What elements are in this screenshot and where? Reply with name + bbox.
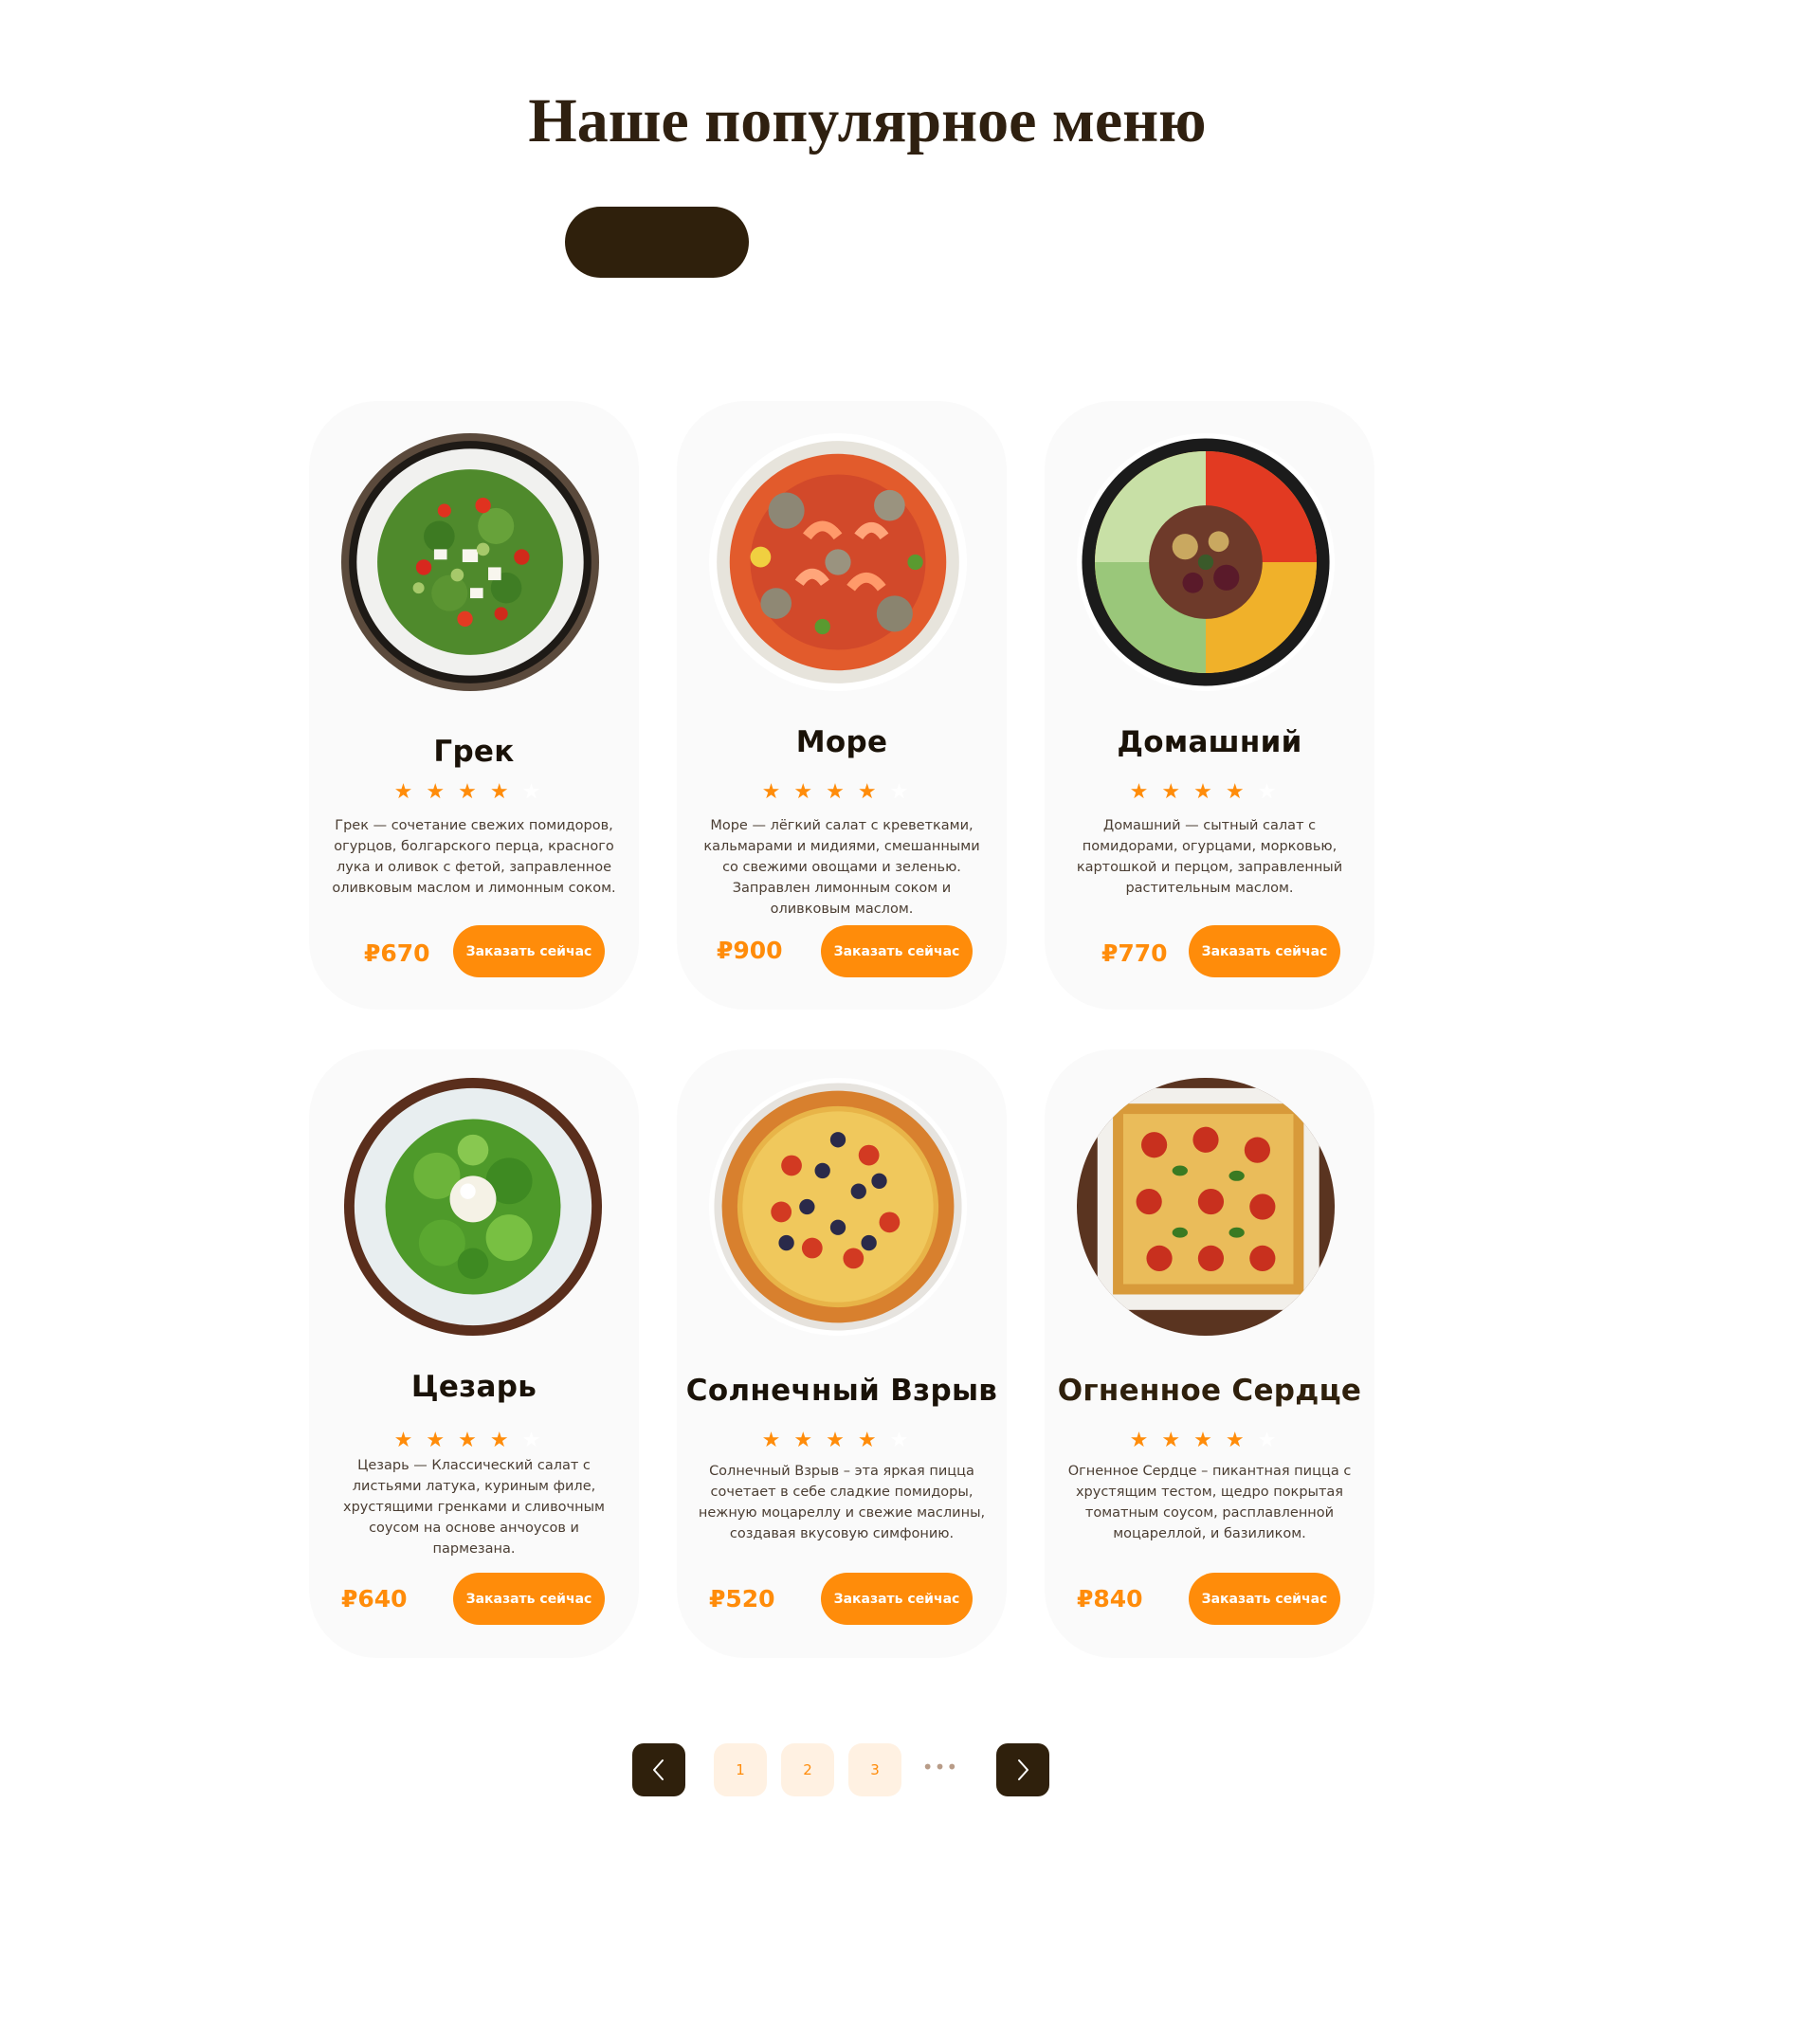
- dish-image-home-salad: [1077, 433, 1335, 691]
- menu-card-fiery-heart: Огненное Сердце ★★★★★ Огненное Сердце – …: [1045, 1049, 1374, 1658]
- section-title: Наше популярное меню: [528, 86, 1207, 155]
- star-icon: ★: [393, 780, 427, 804]
- order-now-button[interactable]: Заказать сейчас: [1189, 1573, 1340, 1625]
- star-icon: ★: [1161, 780, 1194, 804]
- dish-price: ₽520: [709, 1585, 775, 1613]
- dish-name: Солнечный Взрыв: [685, 1374, 998, 1408]
- dish-price: ₽900: [717, 937, 783, 964]
- dish-name: Огненное Сердце: [1057, 1374, 1362, 1408]
- pagination-ellipsis: •••: [921, 1756, 959, 1778]
- menu-card-more: Море ★★★★★ Море — лёгкий салат с креветк…: [677, 401, 1007, 1010]
- dish-name: Домашний: [1117, 725, 1302, 759]
- dish-price: ₽840: [1077, 1585, 1143, 1613]
- rating-stars: ★★★★★: [309, 1429, 639, 1452]
- menu-card-domashniy: Домашний ★★★★★ Домашний — сытный салат с…: [1045, 401, 1374, 1010]
- dish-price: ₽640: [341, 1585, 408, 1613]
- star-icon: ★: [857, 780, 890, 804]
- star-icon: ★: [1225, 1429, 1258, 1452]
- star-icon: ★: [857, 1429, 890, 1452]
- order-now-button[interactable]: Заказать сейчас: [1189, 925, 1340, 977]
- rating-stars: ★★★★★: [1045, 1429, 1374, 1452]
- star-empty-icon: ★: [889, 780, 922, 804]
- star-icon: ★: [793, 780, 827, 804]
- menu-card-grek: Грек ★★★★★ Грек — сочетание свежих помид…: [309, 401, 639, 1010]
- dish-name: Грек: [433, 735, 515, 769]
- star-icon: ★: [1129, 1429, 1162, 1452]
- star-icon: ★: [489, 1429, 522, 1452]
- dish-image-square-pizza: [1077, 1078, 1335, 1336]
- menu-category-pill[interactable]: [565, 207, 749, 278]
- order-now-button[interactable]: Заказать сейчас: [821, 1573, 973, 1625]
- chevron-left-icon: [653, 1759, 664, 1780]
- dish-name: Море: [795, 725, 888, 759]
- dish-image-caesar-salad: [344, 1078, 602, 1336]
- order-now-button[interactable]: Заказать сейчас: [453, 925, 605, 977]
- order-now-button[interactable]: Заказать сейчас: [821, 925, 973, 977]
- rating-stars: ★★★★★: [677, 780, 1007, 804]
- rating-stars: ★★★★★: [677, 1429, 1007, 1452]
- dish-image-pizza-olives: [709, 1078, 967, 1336]
- star-icon: ★: [1193, 1429, 1226, 1452]
- star-icon: ★: [1225, 780, 1258, 804]
- rating-stars: ★★★★★: [1045, 780, 1374, 804]
- star-icon: ★: [1161, 1429, 1194, 1452]
- dish-image-greek-salad: [341, 433, 599, 691]
- star-icon: ★: [761, 1429, 794, 1452]
- star-empty-icon: ★: [889, 1429, 922, 1452]
- star-icon: ★: [793, 1429, 827, 1452]
- dish-image-seafood-salad: [709, 433, 967, 691]
- pagination-prev-button[interactable]: [632, 1743, 685, 1796]
- star-icon: ★: [426, 1429, 459, 1452]
- star-icon: ★: [393, 1429, 427, 1452]
- star-icon: ★: [426, 780, 459, 804]
- star-icon: ★: [458, 1429, 490, 1452]
- menu-card-caesar: Цезарь ★★★★★ Цезарь — Классический салат…: [309, 1049, 639, 1658]
- dish-description: Цезарь — Классический салат с листьями л…: [343, 1458, 605, 1557]
- star-empty-icon: ★: [521, 1429, 555, 1452]
- star-icon: ★: [458, 780, 490, 804]
- star-icon: ★: [826, 780, 858, 804]
- dish-description: Огненное Сердце – пикантная пицца с хрус…: [1067, 1464, 1352, 1541]
- pagination-next-button[interactable]: [996, 1743, 1049, 1796]
- dish-price: ₽670: [364, 939, 430, 967]
- menu-card-sunny-burst: Солнечный Взрыв ★★★★★ Солнечный Взрыв – …: [677, 1049, 1007, 1658]
- pagination-page-3[interactable]: 3: [848, 1743, 901, 1796]
- rating-stars: ★★★★★: [309, 780, 639, 804]
- dish-name: Цезарь: [410, 1370, 537, 1404]
- pagination-page-1[interactable]: 1: [714, 1743, 767, 1796]
- dish-description: Грек — сочетание свежих помидоров, огурц…: [332, 818, 616, 896]
- star-icon: ★: [826, 1429, 858, 1452]
- star-icon: ★: [489, 780, 522, 804]
- dish-description: Домашний — сытный салат с помидорами, ог…: [1076, 818, 1343, 896]
- pagination-page-2[interactable]: 2: [781, 1743, 834, 1796]
- dish-price: ₽770: [1101, 939, 1168, 967]
- star-empty-icon: ★: [521, 780, 555, 804]
- star-empty-icon: ★: [1257, 780, 1290, 804]
- chevron-right-icon: [1018, 1759, 1028, 1780]
- star-empty-icon: ★: [1257, 1429, 1290, 1452]
- star-icon: ★: [761, 780, 794, 804]
- dish-description: Солнечный Взрыв – эта яркая пицца сочета…: [698, 1464, 986, 1541]
- order-now-button[interactable]: Заказать сейчас: [453, 1573, 605, 1625]
- star-icon: ★: [1129, 780, 1162, 804]
- dish-description: Море — лёгкий салат с креветками, кальма…: [703, 818, 980, 917]
- star-icon: ★: [1193, 780, 1226, 804]
